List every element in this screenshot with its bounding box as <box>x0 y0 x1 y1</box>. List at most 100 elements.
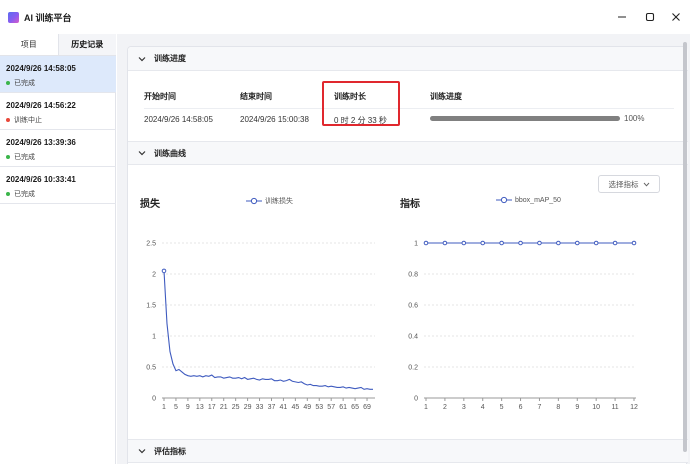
history-item-time: 2024/9/26 14:56:22 <box>6 101 76 110</box>
eval-section-header[interactable]: 评估指标 <box>128 439 688 463</box>
history-item-status: 训练中止 <box>6 115 116 125</box>
training-card: 训练进度 开始时间 结束时间 训练时长 训练进度 2024/9/26 14:58… <box>127 46 688 464</box>
y-tick-label: 0.8 <box>408 272 418 279</box>
x-tick-label: 65 <box>351 404 359 409</box>
minimize-icon[interactable] <box>612 8 632 26</box>
y-tick-label: 0.6 <box>408 303 418 310</box>
loss-chart-legend[interactable]: 训练损失 <box>246 196 293 206</box>
data-point <box>537 240 542 246</box>
progress-percent: 100% <box>624 114 645 123</box>
app-logo-icon <box>8 12 19 23</box>
col-start-time: 开始时间 <box>144 92 176 101</box>
data-point <box>556 240 561 246</box>
history-item-time: 2024/9/26 13:39:36 <box>6 138 76 147</box>
curve-section-header[interactable]: 训练曲线 <box>128 141 688 165</box>
scrollbar-thumb[interactable] <box>683 42 687 452</box>
col-progress: 训练进度 <box>430 92 462 101</box>
loss-chart: 0 0.5 1 1.5 2 2.5 1 5 9 13 17 21 25 29 33 37 41 45 49 53 57 6… <box>146 241 375 409</box>
x-tick-label: 7 <box>538 404 542 409</box>
history-item[interactable]: 2024/9/26 13:39:36 已完成 <box>0 130 116 167</box>
close-icon[interactable] <box>666 8 686 26</box>
start-time-value: 2024/9/26 14:58:05 <box>144 115 213 124</box>
x-tick-label: 45 <box>291 404 299 409</box>
x-tick-label: 5 <box>500 404 504 409</box>
chevron-down-icon <box>643 182 650 187</box>
x-tick-label: 1 <box>424 404 428 409</box>
x-tick-label: 41 <box>280 404 288 409</box>
title-bar: AI 训练平台 <box>0 0 690 34</box>
x-tick-label: 69 <box>363 404 371 409</box>
x-tick-label: 2 <box>443 404 447 409</box>
x-tick-label: 21 <box>220 404 228 409</box>
y-tick-label: 0.5 <box>146 365 156 372</box>
data-point <box>161 268 167 274</box>
sidebar-tabs: 项目 历史记录 <box>0 34 116 56</box>
y-tick-label: 1 <box>414 241 418 248</box>
history-item-time: 2024/9/26 10:33:41 <box>6 175 76 184</box>
scrollbar[interactable] <box>682 38 688 460</box>
history-item-status: 已完成 <box>6 152 116 162</box>
history-item-time: 2024/9/26 14:58:05 <box>6 64 76 73</box>
x-tick-label: 4 <box>481 404 485 409</box>
status-dot-icon <box>6 192 10 196</box>
chevron-down-icon <box>138 150 146 156</box>
x-tick-label: 37 <box>268 404 276 409</box>
loss-chart-title: 损失 <box>140 199 160 210</box>
y-tick-label: 1.5 <box>146 303 156 310</box>
x-tick-label: 11 <box>611 404 618 409</box>
metric-legend-label: bbox_mAP_50 <box>515 196 561 204</box>
series-line <box>163 270 373 390</box>
x-tick-label: 6 <box>519 404 523 409</box>
app-title: AI 训练平台 <box>24 13 72 23</box>
x-tick-label: 3 <box>462 404 466 409</box>
progress-bar <box>430 116 620 121</box>
chevron-down-icon <box>138 56 146 62</box>
x-tick-label: 12 <box>630 404 638 409</box>
eval-section-title: 评估指标 <box>154 446 186 456</box>
y-tick-label: 0.4 <box>408 334 418 341</box>
x-tick-label: 1 <box>162 404 166 409</box>
table-divider <box>144 108 674 109</box>
data-point <box>442 240 448 246</box>
y-tick-label: 0 <box>414 396 418 403</box>
history-list: 2024/9/26 14:58:05 已完成 2024/9/26 14:56:22 训… <box>0 56 116 204</box>
data-point <box>631 240 637 246</box>
status-dot-icon <box>6 81 10 85</box>
main-content: 训练进度 开始时间 结束时间 训练时长 训练进度 2024/9/26 14:58… <box>117 34 690 464</box>
history-item-status: 已完成 <box>6 189 116 199</box>
progress-section-header[interactable]: 训练进度 <box>128 47 688 71</box>
x-tick-label: 9 <box>186 404 190 409</box>
status-dot-icon <box>6 118 10 122</box>
metric-select-label: 选择指标 <box>608 179 639 189</box>
end-time-value: 2024/9/26 15:00:38 <box>240 115 309 124</box>
status-dot-icon <box>6 155 10 159</box>
tab-projects[interactable]: 项目 <box>0 34 59 55</box>
history-item[interactable]: 2024/9/26 14:58:05 已完成 <box>0 56 116 93</box>
x-tick-label: 5 <box>174 404 178 409</box>
history-item-status-label: 已完成 <box>14 80 35 87</box>
metric-select-dropdown[interactable]: 选择指标 <box>598 175 660 193</box>
loss-legend-label: 训练损失 <box>265 198 293 205</box>
data-point <box>480 240 486 246</box>
x-tick-label: 49 <box>303 404 311 409</box>
sidebar: 项目 历史记录 2024/9/26 14:58:05 已完成 2024/9/26 1… <box>0 34 116 464</box>
history-item-status-label: 训练中止 <box>14 117 42 124</box>
x-tick-label: 17 <box>208 404 216 409</box>
y-tick-label: 2 <box>152 272 156 279</box>
maximize-icon[interactable] <box>640 8 660 26</box>
data-point <box>423 240 429 246</box>
metric-chart-legend[interactable]: bbox_mAP_50 <box>496 196 561 204</box>
history-item[interactable]: 2024/9/26 14:56:22 训练中止 <box>0 93 116 130</box>
x-tick-label: 25 <box>232 404 240 409</box>
col-end-time: 结束时间 <box>240 92 272 101</box>
tab-history[interactable]: 历史记录 <box>58 34 116 55</box>
y-tick-label: 2.5 <box>146 241 156 248</box>
y-tick-label: 0.2 <box>408 365 418 372</box>
data-point <box>499 240 504 246</box>
legend-line-marker-icon <box>246 197 262 205</box>
history-item[interactable]: 2024/9/26 10:33:41 已完成 <box>0 167 116 204</box>
progress-bar-fill <box>430 116 620 121</box>
x-tick-label: 33 <box>256 404 264 409</box>
chevron-down-icon <box>138 448 146 454</box>
x-tick-label: 13 <box>196 404 204 409</box>
